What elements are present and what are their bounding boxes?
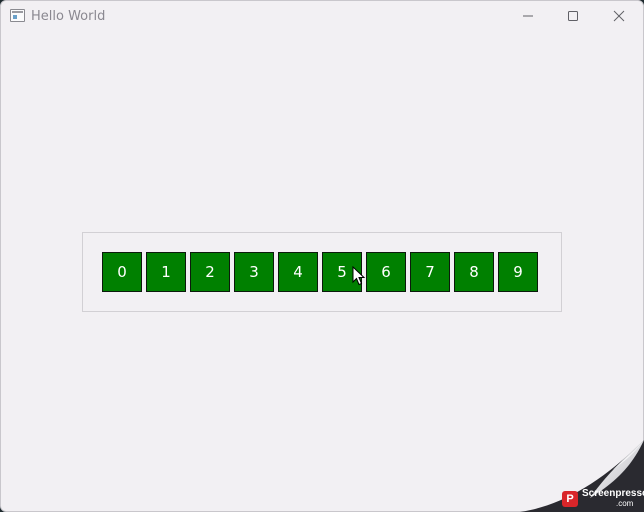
number-button-4[interactable]: 4 <box>278 252 318 292</box>
number-button-1[interactable]: 1 <box>146 252 186 292</box>
minimize-icon <box>523 15 533 17</box>
window-title: Hello World <box>31 9 106 24</box>
watermark-brand: Screenpresso <box>582 488 644 499</box>
number-button-8[interactable]: 8 <box>454 252 494 292</box>
number-button-2[interactable]: 2 <box>190 252 230 292</box>
number-button-0[interactable]: 0 <box>102 252 142 292</box>
number-button-3[interactable]: 3 <box>234 252 274 292</box>
app-window: Hello World 0 1 2 3 4 5 6 7 8 9 <box>0 0 644 512</box>
close-icon <box>613 10 625 22</box>
maximize-icon <box>568 11 578 21</box>
title-bar[interactable]: Hello World <box>1 1 643 33</box>
close-button[interactable] <box>596 1 642 31</box>
watermark-suffix: .com <box>616 499 634 508</box>
app-window-icon <box>10 9 25 22</box>
number-button-7[interactable]: 7 <box>410 252 450 292</box>
number-button-6[interactable]: 6 <box>366 252 406 292</box>
number-button-group: 0 1 2 3 4 5 6 7 8 9 <box>82 232 562 312</box>
maximize-button[interactable] <box>550 1 596 31</box>
screenpresso-logo-icon: P <box>562 491 578 507</box>
minimize-button[interactable] <box>505 1 551 31</box>
number-button-9[interactable]: 9 <box>498 252 538 292</box>
mouse-pointer-icon <box>352 266 366 286</box>
